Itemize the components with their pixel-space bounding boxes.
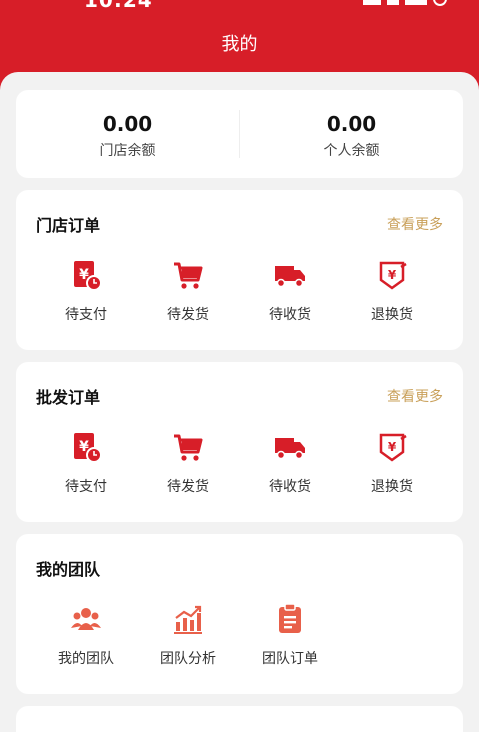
yuan-clock-icon: ¥ [74,433,102,463]
store-orders-grid: ¥ 待支付 待发货 待收货 ¥ 退换货 [16,258,463,338]
store-orders-more-link[interactable]: 查看更多 [387,214,443,234]
wholesale-refund-exchange-label: 退换货 [371,479,413,495]
wholesale-pending-shipment[interactable]: 待发货 [138,430,238,496]
yuan-clock-icon: ¥ [74,261,102,291]
my-team-card: 我的团队 我的团队 团队分析 团队订单 [16,534,463,694]
my-team-title: 我的团队 [36,560,101,579]
wholesale-pending-receipt[interactable]: 待收货 [240,430,340,496]
store-orders-title: 门店订单 [36,216,101,235]
clipboard-icon [279,603,301,633]
refund-icon: ¥ [379,433,407,462]
wholesale-pending-shipment-label: 待发货 [167,479,209,495]
battery-icon [405,0,427,5]
store-pending-receipt[interactable]: 待收货 [240,258,340,324]
status-icons [363,0,447,6]
people-icon [71,608,101,630]
next-section-card [16,706,463,732]
svg-text:¥: ¥ [388,440,397,454]
status-time: 10:24 [84,0,153,12]
truck-icon [275,438,305,460]
team-orders-label: 团队订单 [262,651,318,667]
team-members-label: 我的团队 [58,651,114,667]
store-pending-shipment[interactable]: 待发货 [138,258,238,324]
signal-icon [363,0,381,5]
team-members[interactable]: 我的团队 [36,602,136,668]
wholesale-pending-receipt-label: 待收货 [269,479,311,495]
content-area: 0.00 门店余额 0.00 个人余额 门店订单 查看更多 ¥ 待支付 待发货 … [0,72,479,732]
svg-text:¥: ¥ [388,268,397,282]
refund-icon: ¥ [379,261,407,290]
wholesale-refund-exchange[interactable]: ¥ 退换货 [342,430,442,496]
status-bar: 10:24 [0,0,479,18]
personal-balance[interactable]: 0.00 个人余额 [240,90,463,178]
store-pending-payment[interactable]: ¥ 待支付 [36,258,136,324]
cart-icon [174,262,203,289]
truck-icon [275,266,305,288]
wholesale-orders-grid: ¥ 待支付 待发货 待收货 ¥ 退换货 [16,430,463,510]
team-analysis-label: 团队分析 [160,651,216,667]
store-refund-exchange-label: 退换货 [371,307,413,323]
store-balance-value: 0.00 [102,112,153,136]
team-analysis[interactable]: 团队分析 [138,602,238,668]
store-pending-shipment-label: 待发货 [167,307,209,323]
my-team-grid: 我的团队 团队分析 团队订单 [16,602,463,682]
store-pending-receipt-label: 待收货 [269,307,311,323]
store-orders-card: 门店订单 查看更多 ¥ 待支付 待发货 待收货 ¥ 退换货 [16,190,463,350]
wholesale-orders-more-link[interactable]: 查看更多 [387,386,443,406]
wholesale-pending-payment-label: 待支付 [65,479,107,495]
wholesale-orders-card: 批发订单 查看更多 ¥ 待支付 待发货 待收货 ¥ 退换货 [16,362,463,522]
balance-card: 0.00 门店余额 0.00 个人余额 [16,90,463,178]
cart-icon [174,434,203,461]
personal-balance-value: 0.00 [326,112,377,136]
wholesale-pending-payment[interactable]: ¥ 待支付 [36,430,136,496]
chart-icon [174,605,202,634]
page-title: 我的 [221,34,258,55]
wifi-icon [387,0,399,5]
wholesale-orders-title: 批发订单 [36,388,101,407]
dot-icon [433,0,447,6]
store-refund-exchange[interactable]: ¥ 退换货 [342,258,442,324]
store-balance-label: 门店余额 [99,143,156,159]
store-balance[interactable]: 0.00 门店余额 [16,90,239,178]
store-pending-payment-label: 待支付 [65,307,107,323]
personal-balance-label: 个人余额 [323,143,380,159]
team-orders[interactable]: 团队订单 [240,602,340,668]
